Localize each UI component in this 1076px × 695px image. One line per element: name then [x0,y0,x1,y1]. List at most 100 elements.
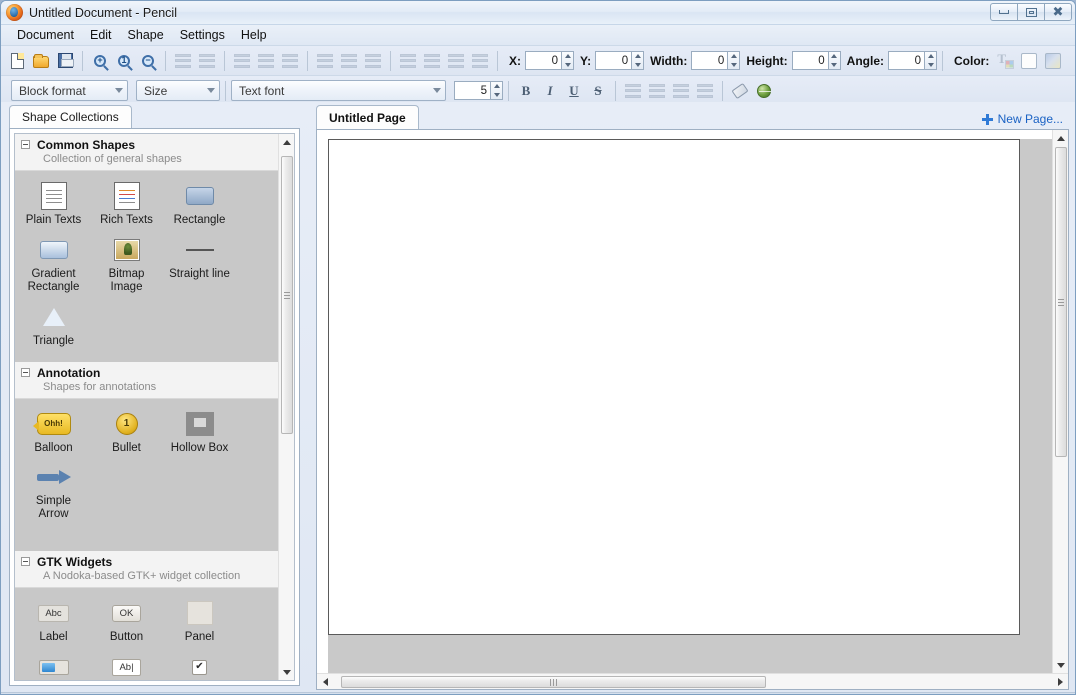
canvas-scroll-up-button[interactable] [1053,130,1069,146]
numbered-list-button[interactable] [645,79,669,103]
send-to-back-button[interactable] [468,49,492,73]
maximize-button[interactable] [1017,3,1045,21]
align-center-button[interactable] [254,49,278,73]
eraser-button[interactable] [728,79,752,103]
canvas-vertical-scrollbar[interactable] [1052,130,1068,673]
underline-button[interactable]: U [562,79,586,103]
canvas-scroll-thumb[interactable] [1055,147,1067,457]
canvas-horizontal-scrollbar[interactable] [317,673,1068,689]
angle-spinner-arrows[interactable] [924,51,937,70]
height-spinner-arrows[interactable] [827,51,841,70]
shape-item-bitmap-image[interactable]: Bitmap Image [90,231,163,298]
align-bottom-button[interactable] [361,49,385,73]
font-size-spinner-arrows[interactable] [490,81,503,100]
save-document-button[interactable] [53,49,77,73]
italic-button[interactable]: I [538,79,562,103]
canvas-scroll-down-button[interactable] [1053,657,1069,673]
text-color-button[interactable]: T [993,49,1017,73]
y-spinner[interactable] [595,51,645,70]
shape-item-simple-arrow[interactable]: Simple Arrow [17,458,90,525]
collection-header-common-shapes[interactable]: Common Shapes Collection of general shap… [15,134,278,171]
bulleted-list-button[interactable] [621,79,645,103]
collection-header-annotation[interactable]: Annotation Shapes for annotations [15,361,278,399]
bold-button[interactable]: B [514,79,538,103]
width-spinner[interactable] [691,51,741,70]
send-backward-button[interactable] [444,49,468,73]
font-size-spinner[interactable] [454,81,503,100]
scroll-up-button[interactable] [279,134,295,150]
shape-item-checkbox[interactable]: ✔ Checkbox [163,648,236,680]
tab-shape-collections[interactable]: Shape Collections [9,105,132,128]
shape-item-rectangle[interactable]: Rectangle [163,177,236,231]
shape-item-button[interactable]: OK Button [90,594,163,648]
x-spinner[interactable] [525,51,574,70]
zoom-normal-button[interactable]: 1 [112,49,136,73]
scroll-thumb[interactable] [281,156,293,434]
scroll-track[interactable] [279,150,294,664]
align-top-button[interactable] [313,49,337,73]
zoom-out-button[interactable]: − [136,49,160,73]
font-size-input[interactable] [454,81,490,100]
open-document-button[interactable] [29,49,53,73]
canvas-hscroll-track[interactable] [333,674,1052,689]
shape-item-triangle[interactable]: Triangle [17,298,90,352]
y-input[interactable] [595,51,632,70]
collection-header-gtk-widgets[interactable]: GTK Widgets A Nodoka-based GTK+ widget c… [15,551,278,589]
decrease-indent-button[interactable] [669,79,693,103]
menu-item-settings[interactable]: Settings [172,26,233,44]
shape-item-straight-line[interactable]: Straight line [163,231,236,298]
canvas-scroll-track[interactable] [1053,146,1068,657]
x-input[interactable] [525,51,561,70]
increase-indent-button[interactable] [693,79,717,103]
shape-item-label[interactable]: Abc Label [17,594,90,648]
width-input[interactable] [691,51,728,70]
zoom-in-button[interactable]: + [88,49,112,73]
menu-item-help[interactable]: Help [233,26,275,44]
canvas-scroll-right-button[interactable] [1052,674,1068,690]
close-button[interactable]: ✖ [1044,3,1072,21]
fill-color-button[interactable] [1041,49,1065,73]
shape-panel-scrollbar[interactable] [278,134,294,680]
angle-input[interactable] [888,51,924,70]
shape-item-balloon[interactable]: Ohh! Balloon [17,405,90,459]
height-spinner[interactable] [791,51,841,70]
ungroup-button[interactable] [195,49,219,73]
stroke-color-button[interactable] [1017,49,1041,73]
shape-item-progress[interactable]: Progress [17,648,90,680]
collapse-icon[interactable] [21,557,30,567]
page-canvas[interactable] [328,139,1020,635]
group-button[interactable] [171,49,195,73]
shape-item-panel[interactable]: Panel [163,594,236,648]
shape-item-gradient-rectangle[interactable]: Gradient Rectangle [17,231,90,298]
tab-untitled-page[interactable]: Untitled Page [316,105,419,129]
size-select[interactable]: Size [136,80,220,101]
insert-link-button[interactable] [752,79,776,103]
strikethrough-button[interactable]: S [586,79,610,103]
width-spinner-arrows[interactable] [727,51,741,70]
canvas-scroll-area[interactable] [317,130,1052,673]
canvas-scroll-left-button[interactable] [317,674,333,690]
y-spinner-arrows[interactable] [631,51,645,70]
collapse-icon[interactable] [21,140,30,149]
shape-item-bullet[interactable]: 1 Bullet [90,405,163,459]
menu-item-edit[interactable]: Edit [82,26,120,44]
align-middle-button[interactable] [337,49,361,73]
x-spinner-arrows[interactable] [561,51,574,70]
bring-to-front-button[interactable] [396,49,420,73]
block-format-select[interactable]: Block format [11,80,128,101]
minimize-button[interactable] [990,3,1018,21]
shape-item-rich-texts[interactable]: Rich Texts [90,177,163,231]
new-document-button[interactable] [5,49,29,73]
align-right-button[interactable] [278,49,302,73]
canvas-hscroll-thumb[interactable] [341,676,766,688]
shape-item-hollow-box[interactable]: Hollow Box [163,405,236,459]
angle-spinner[interactable] [888,51,937,70]
height-input[interactable] [791,51,828,70]
shape-item-text-box[interactable]: Ab| Text Box [90,648,163,680]
align-left-button[interactable] [230,49,254,73]
collapse-icon[interactable] [21,367,30,377]
menu-item-shape[interactable]: Shape [120,26,172,44]
new-page-button[interactable]: New Page... [981,112,1063,129]
scroll-down-button[interactable] [279,664,295,680]
bring-forward-button[interactable] [420,49,444,73]
